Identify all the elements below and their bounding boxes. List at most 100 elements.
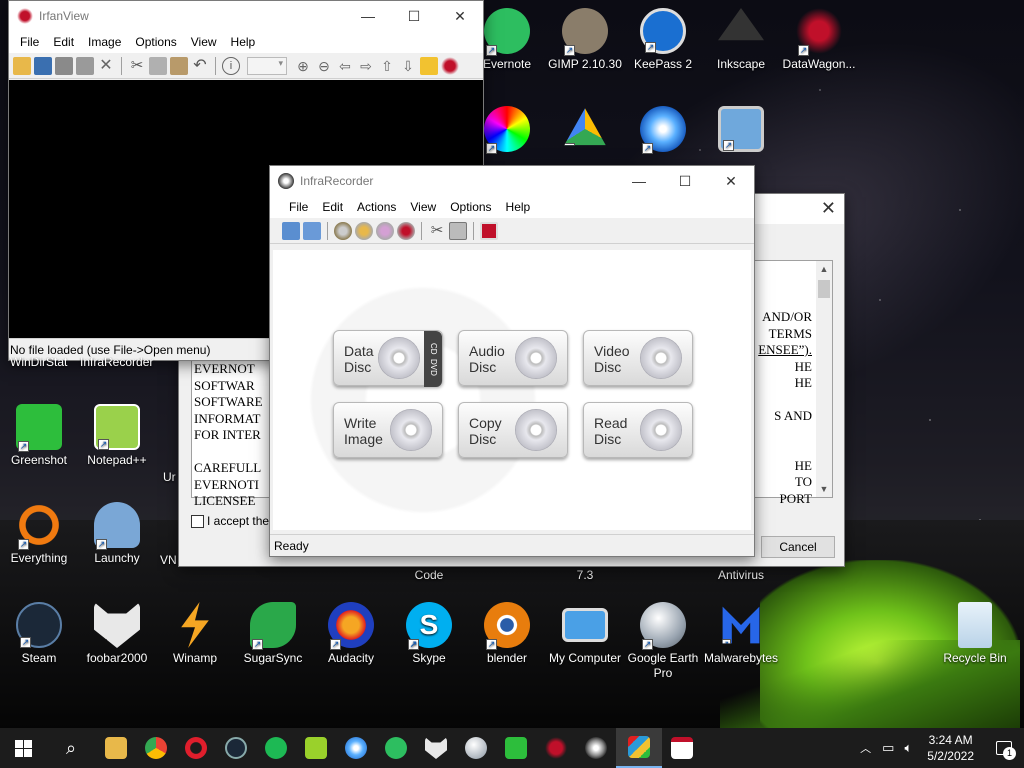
drive-icon[interactable]	[449, 221, 467, 240]
undo-icon[interactable]: ↶	[191, 57, 209, 75]
menu-view[interactable]: View	[184, 35, 224, 49]
open-icon[interactable]	[282, 221, 300, 240]
desktop-icon-my-computer[interactable]: My Computer	[548, 602, 622, 666]
desktop-icon-antivirus[interactable]: Antivirus	[704, 568, 778, 583]
menu-file[interactable]: File	[282, 200, 315, 214]
delete-icon[interactable]: ✕	[97, 57, 115, 75]
save-icon[interactable]	[55, 56, 73, 75]
irfanview-titlebar[interactable]: IrfanView — ☐ ✕	[9, 1, 483, 31]
menu-options[interactable]: Options	[128, 35, 183, 49]
copy-disc-icon[interactable]	[376, 221, 394, 240]
print-icon[interactable]	[76, 56, 94, 75]
erase-disc-icon[interactable]	[397, 221, 415, 240]
paste-icon[interactable]	[170, 56, 188, 75]
desktop-icon-recycle-bin[interactable]: Recycle Bin	[938, 602, 1012, 666]
cancel-button[interactable]: Cancel	[761, 536, 835, 558]
taskbar-cd-burner[interactable]	[336, 728, 376, 768]
taskbar-calendar-app[interactable]	[662, 728, 702, 768]
desktop-icon-sugarsync[interactable]: ↗ SugarSync	[236, 602, 310, 666]
read-disc-button[interactable]: Read Disc	[583, 402, 693, 458]
close-icon[interactable]: ✕	[708, 166, 754, 196]
taskbar-google-earth[interactable]	[456, 728, 496, 768]
maximize-icon[interactable]: ☐	[391, 1, 437, 31]
desktop-icon-google-earth-pro[interactable]: ↗ Google Earth Pro	[626, 602, 700, 681]
irfanview-logo-icon[interactable]	[441, 56, 459, 75]
data-disc-button[interactable]: Data Disc CD DVD	[333, 330, 443, 387]
menu-view[interactable]: View	[403, 200, 443, 214]
audio-disc-button[interactable]: Audio Disc	[458, 330, 568, 386]
taskbar-evernote[interactable]	[376, 728, 416, 768]
taskbar-infrarecorder[interactable]	[576, 728, 616, 768]
menu-edit[interactable]: Edit	[315, 200, 350, 214]
taskbar-spotify[interactable]	[256, 728, 296, 768]
desktop-icon-google-drive[interactable]: ↗	[548, 106, 622, 155]
menu-actions[interactable]: Actions	[350, 200, 403, 214]
taskbar-irfanview[interactable]	[536, 728, 576, 768]
desktop-icon-7-3[interactable]: 7.3	[548, 568, 622, 583]
zoom-select[interactable]: ▾	[247, 56, 287, 75]
desktop-icon-datawagon[interactable]: ↗ DataWagon...	[782, 8, 856, 72]
write-image-button[interactable]: Write Image	[333, 402, 443, 458]
menu-file[interactable]: File	[13, 35, 46, 49]
zoom-out-icon[interactable]: ⊖	[315, 57, 333, 75]
desktop-icon-everything[interactable]: ↗ Everything	[2, 502, 76, 566]
taskbar-file-explorer[interactable]	[96, 728, 136, 768]
accept-checkbox-row[interactable]: I accept the t	[191, 514, 276, 528]
desktop-icon-keepass[interactable]: ↗ KeePass 2	[626, 8, 700, 72]
slideshow-icon[interactable]	[34, 56, 52, 75]
taskbar-greenshot-app[interactable]	[296, 728, 336, 768]
menu-image[interactable]: Image	[81, 35, 128, 49]
desktop-icon-malwarebytes[interactable]: ↗ Malwarebytes	[704, 602, 778, 666]
infrarecorder-titlebar[interactable]: InfraRecorder — ☐ ✕	[270, 166, 754, 196]
minimize-icon[interactable]: —	[616, 166, 662, 196]
minimize-icon[interactable]: —	[345, 1, 391, 31]
zoom-in-icon[interactable]: ⊕	[294, 57, 312, 75]
taskbar-opera[interactable]	[176, 728, 216, 768]
taskbar-steam[interactable]	[216, 728, 256, 768]
infrarecorder-window[interactable]: InfraRecorder — ☐ ✕ File Edit Actions Vi…	[269, 165, 755, 557]
next-icon[interactable]: ⇨	[357, 57, 375, 75]
save-icon[interactable]	[303, 221, 321, 240]
burn-image-icon[interactable]	[355, 221, 373, 240]
desktop-icon-cd-burner[interactable]: ↗	[626, 106, 700, 155]
license-scrollbar[interactable]: ▲ ▼	[816, 261, 832, 497]
taskbar-chrome[interactable]	[136, 728, 176, 768]
volume-icon[interactable]: 🔈︎	[899, 740, 917, 756]
settings-icon[interactable]	[420, 56, 438, 75]
desktop-icon-monitor-app[interactable]: ↗	[704, 106, 778, 155]
copy-disc-button[interactable]: Copy Disc	[458, 402, 568, 458]
search-button[interactable]: ⌕	[46, 728, 96, 768]
menu-edit[interactable]: Edit	[46, 35, 81, 49]
menu-options[interactable]: Options	[443, 200, 498, 214]
info-icon[interactable]: i	[222, 56, 240, 75]
last-page-icon[interactable]: ⇩	[399, 57, 417, 75]
first-page-icon[interactable]: ⇧	[378, 57, 396, 75]
desktop-icon-winamp[interactable]: ↗ Winamp	[158, 602, 232, 666]
installer-close-icon[interactable]: ✕	[821, 198, 836, 219]
copy-icon[interactable]	[149, 56, 167, 75]
menu-help[interactable]: Help	[499, 200, 538, 214]
desktop-icon-audacity[interactable]: ↗ Audacity	[314, 602, 388, 666]
desktop-icon-inkscape[interactable]: ↗ Inkscape	[704, 8, 778, 72]
open-folder-icon[interactable]	[13, 56, 31, 75]
previous-icon[interactable]: ⇦	[336, 57, 354, 75]
accept-checkbox[interactable]	[191, 514, 204, 528]
menu-help[interactable]: Help	[224, 35, 263, 49]
video-disc-button[interactable]: Video Disc	[583, 330, 693, 386]
chevron-up-icon[interactable]: ︿	[854, 740, 877, 756]
tools-icon[interactable]: ✂	[428, 222, 446, 240]
desktop-icon-greenshot[interactable]: ↗ Greenshot	[2, 404, 76, 468]
desktop-icon-steam[interactable]: ↗ Steam	[2, 602, 76, 666]
desktop-icon-blender[interactable]: ↗ blender	[470, 602, 544, 666]
desktop-icon-launchy[interactable]: ↗ Launchy	[80, 502, 154, 566]
network-icon[interactable]: ▭	[877, 740, 899, 756]
taskbar-foobar2000[interactable]	[416, 728, 456, 768]
start-button[interactable]	[0, 728, 46, 768]
maximize-icon[interactable]: ☐	[662, 166, 708, 196]
burn-disc-icon[interactable]	[334, 221, 352, 240]
desktop-icon-foobar2000[interactable]: ↗ foobar2000	[80, 602, 154, 666]
desktop-icon-code[interactable]: Code	[392, 568, 466, 583]
desktop-icon-skype[interactable]: S ↗ Skype	[392, 602, 466, 666]
taskbar-active-app[interactable]	[616, 728, 662, 768]
clock[interactable]: 3:24 AM 5/2/2022	[917, 732, 984, 764]
